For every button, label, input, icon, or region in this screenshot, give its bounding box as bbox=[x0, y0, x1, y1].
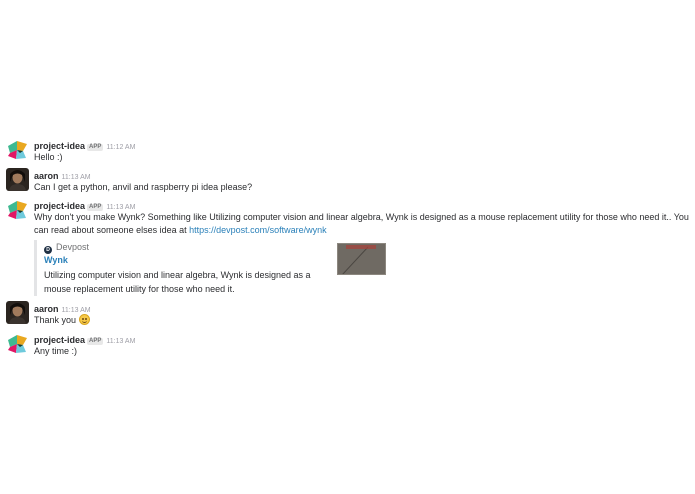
message-text-content: Thank you bbox=[34, 315, 79, 325]
chat-log: project-idea APP 11:12 AM Hello :) aaron 11… bbox=[0, 0, 695, 494]
message-text: Thank you bbox=[34, 314, 690, 327]
message-author[interactable]: project-idea bbox=[34, 201, 85, 211]
slightly-smiling-face-icon[interactable] bbox=[78, 314, 90, 325]
bot-avatar[interactable] bbox=[6, 332, 29, 355]
message-text: Hello :) bbox=[34, 152, 63, 162]
message-text: Why don't you make Wynk? Something like … bbox=[34, 211, 690, 237]
message-timestamp[interactable]: 11:13 AM bbox=[62, 307, 91, 314]
user-avatar[interactable] bbox=[6, 301, 29, 324]
message-author[interactable]: project-idea bbox=[34, 335, 85, 345]
app-badge: APP bbox=[87, 204, 104, 211]
attachment-source[interactable]: D Devpost bbox=[44, 242, 89, 254]
message-text: Can I get a python, anvil and raspberry … bbox=[34, 182, 253, 192]
message-author[interactable]: project-idea bbox=[34, 141, 85, 151]
message-text: Any time :) bbox=[34, 346, 78, 356]
message-timestamp[interactable]: 11:13 AM bbox=[106, 338, 135, 345]
attachment-source-label: Devpost bbox=[56, 242, 90, 252]
app-badge: APP bbox=[87, 144, 104, 151]
attachment-description: Utilizing computer vision and linear alg… bbox=[44, 270, 311, 294]
devpost-icon: D bbox=[44, 246, 52, 254]
bot-avatar[interactable] bbox=[6, 138, 29, 161]
app-badge: APP bbox=[87, 338, 104, 345]
user-avatar[interactable] bbox=[6, 168, 29, 191]
message-author[interactable]: aaron bbox=[34, 171, 59, 181]
message-author[interactable]: aaron bbox=[34, 304, 59, 314]
message-text-line: can read about someone elses idea at bbox=[34, 225, 190, 235]
message-timestamp[interactable]: 11:13 AM bbox=[62, 174, 91, 181]
bot-avatar[interactable] bbox=[6, 198, 29, 221]
message-text-line: Why don't you make Wynk? Something like … bbox=[34, 212, 689, 222]
attachment-title[interactable]: Wynk bbox=[44, 255, 68, 265]
message-timestamp[interactable]: 11:13 AM bbox=[106, 204, 135, 211]
attachment-thumbnail[interactable] bbox=[337, 243, 386, 275]
devpost-link[interactable]: https://devpost.com/software/wynk bbox=[189, 225, 327, 235]
message-timestamp[interactable]: 11:12 AM bbox=[106, 144, 135, 151]
